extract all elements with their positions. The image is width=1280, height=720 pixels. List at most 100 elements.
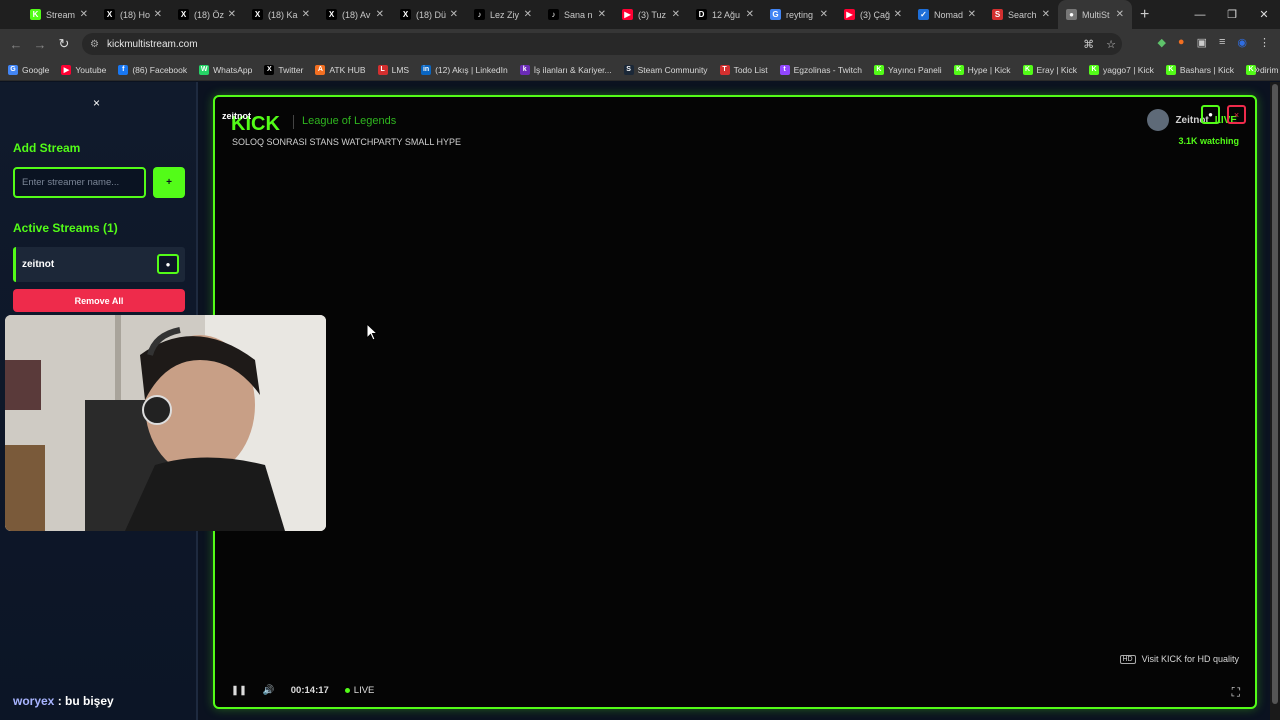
hd-quality-link[interactable]: HD Visit KICK for HD quality [1119, 654, 1239, 664]
tab-title: Sana n [564, 9, 593, 20]
bookmark-list: G Google ▶ Youtube f (86) Facebook W WhatsApp X T… [8, 64, 1280, 75]
puzzle-extensions-icon[interactable]: ▣ [1197, 36, 1207, 49]
bookmark-label: İş ilanları & Kariyer... [533, 64, 612, 75]
browser-tab[interactable]: S Search ✕ [984, 0, 1058, 29]
bookmark-item[interactable]: S Steam Community [623, 64, 708, 75]
reload-icon[interactable]: ↻ [52, 36, 76, 52]
tab-title: Search [1008, 9, 1037, 20]
bookmark-favicon-icon: W [199, 64, 210, 75]
address-bar[interactable]: ⚙ kickmultistream.com ⌘ ☆ [82, 33, 1122, 55]
pause-icon[interactable]: ❚❚ [231, 685, 247, 696]
browser-tab[interactable]: X (18) Öz ✕ [170, 0, 244, 29]
profile-avatar-icon[interactable]: ◉ [1237, 36, 1247, 49]
active-stream-item[interactable]: zeitnot ● [13, 247, 185, 282]
bookmark-item[interactable]: K Hype | Kick [953, 64, 1011, 75]
scrollbar-thumb[interactable] [1272, 84, 1278, 704]
tab-close-icon[interactable]: ✕ [154, 9, 162, 20]
streamer-info[interactable]: Zeitnot LIVE [1147, 109, 1237, 131]
kick-multistream-page: × Add Stream + Active Streams (1) zeitno… [0, 82, 1280, 720]
bookmark-item[interactable]: K Eray | Kick [1022, 64, 1077, 75]
browser-tab[interactable]: Greyting ✕ [762, 0, 836, 29]
bookmark-label: Egzolinas - Twitch [793, 64, 862, 75]
tab-close-icon[interactable]: ✕ [302, 9, 310, 20]
browser-tab[interactable]: D 12 Ağu ✕ [688, 0, 762, 29]
tab-favicon-icon: X [178, 9, 189, 20]
tab-close-icon[interactable]: ✕ [376, 9, 384, 20]
browser-tab[interactable]: X (18) Av ✕ [318, 0, 392, 29]
tab-favicon-icon: X [326, 9, 337, 20]
site-info-icon[interactable]: ⚙ [90, 39, 99, 50]
tab-close-icon[interactable]: ✕ [1042, 9, 1050, 20]
bookmark-item[interactable]: W WhatsApp [199, 64, 252, 75]
bookmark-item[interactable]: G Google [8, 64, 49, 75]
bookmark-item[interactable]: t Egzolinas - Twitch [779, 64, 862, 75]
live-dot-icon [344, 688, 350, 693]
player-close-button[interactable]: × [1227, 105, 1246, 124]
browser-tab[interactable]: K Stream ✕ [22, 0, 96, 29]
browser-tab[interactable]: ● MultiSt ✕ [1058, 0, 1132, 29]
bookmark-item[interactable]: L LMS [377, 64, 409, 75]
new-tab-button[interactable]: + [1140, 6, 1149, 24]
close-window-icon[interactable]: ✕ [1248, 8, 1280, 21]
bookmark-item[interactable]: Kyaggo7 | Kick [1088, 64, 1154, 75]
bookmark-favicon-icon: K [873, 64, 884, 75]
volume-icon[interactable]: 🔊 [263, 685, 275, 696]
player-stream-name: zeitnot [222, 111, 251, 121]
add-stream-button[interactable]: + [153, 167, 185, 198]
close-sidebar-icon[interactable]: × [93, 96, 100, 110]
page-scrollbar[interactable] [1270, 82, 1280, 720]
browser-tab[interactable]: ✓ Nomad ✕ [910, 0, 984, 29]
bookmark-label: Yayıncı Paneli [887, 64, 942, 75]
player-chat-button[interactable]: ● [1201, 105, 1220, 124]
fox-extension-icon[interactable]: ● [1178, 36, 1185, 49]
bookmark-item[interactable]: T Todo List [719, 64, 768, 75]
tab-close-icon[interactable]: ✕ [672, 9, 680, 20]
browser-tab[interactable]: X (18) Ka ✕ [244, 0, 318, 29]
chat-toggle-button[interactable]: ● [157, 254, 179, 274]
browser-tab[interactable]: X (18) Ho ✕ [96, 0, 170, 29]
browser-tab[interactable]: ▶ (3) Tuz ✕ [614, 0, 688, 29]
bookmark-item[interactable]: K Yayıncı Paneli [873, 64, 942, 75]
more-bookmarks-icon[interactable]: » [1254, 64, 1260, 76]
browser-tab[interactable]: ♪ Lez Ziy ✕ [466, 0, 540, 29]
game-category[interactable]: League of Legends [302, 115, 396, 127]
tab-close-icon[interactable]: ✕ [746, 9, 754, 20]
bookmark-star-icon[interactable]: ☆ [1106, 38, 1116, 51]
streamer-name-input[interactable] [13, 167, 146, 198]
tab-close-icon[interactable]: ✕ [820, 9, 828, 20]
back-icon[interactable]: ← [4, 37, 28, 52]
tab-close-icon[interactable]: ✕ [228, 9, 236, 20]
bookmark-item[interactable]: A ATK HUB [315, 64, 366, 75]
media-control-icon[interactable]: ≡ [1219, 36, 1225, 49]
menu-kebab-icon[interactable]: ⋮ [1259, 36, 1270, 49]
tab-close-icon[interactable]: ✕ [1116, 9, 1124, 20]
tab-close-icon[interactable]: ✕ [968, 9, 976, 20]
bookmark-item[interactable]: in (12) Akış | LinkedIn [421, 64, 508, 75]
browser-tab[interactable]: ♪ Sana n ✕ [540, 0, 614, 29]
tab-close-icon[interactable]: ✕ [598, 9, 606, 20]
browser-tab-strip: K Stream ✕ X (18) Ho ✕ X (18) Öz ✕ X (18) Ka ✕ X (18)… [0, 0, 1280, 29]
tab-favicon-icon: G [770, 9, 781, 20]
tab-close-icon[interactable]: ✕ [524, 9, 532, 20]
browser-tab[interactable]: ▶ (3) Çağ ✕ [836, 0, 910, 29]
bookmark-item[interactable]: K Bashars | Kick [1165, 64, 1234, 75]
bookmark-item[interactable]: k İş ilanları & Kariyer... [519, 64, 612, 75]
shield-extension-icon[interactable]: ◆ [1157, 36, 1165, 49]
bookmark-item[interactable]: Kdirim | Kick [1246, 64, 1280, 75]
browser-tab[interactable]: X (18) Dü ✕ [392, 0, 466, 29]
restore-icon[interactable]: ❐ [1216, 8, 1248, 21]
bookmark-item[interactable]: X Twitter [264, 64, 303, 75]
remove-all-button[interactable]: Remove All [13, 289, 185, 312]
forward-icon[interactable]: → [28, 37, 52, 52]
tab-close-icon[interactable]: ✕ [894, 9, 902, 20]
bookmark-item[interactable]: ▶ Youtube [61, 64, 106, 75]
tab-title: 12 Ağu [712, 9, 741, 20]
translate-icon[interactable]: ⌘ [1083, 38, 1094, 51]
bookmark-item[interactable]: f (86) Facebook [118, 64, 187, 75]
stream-player[interactable]: zeitnot KICK League of Legends SOLOQ SON… [213, 95, 1257, 709]
bookmark-favicon-icon: t [779, 64, 790, 75]
minimize-icon[interactable]: — [1184, 9, 1216, 21]
tab-close-icon[interactable]: ✕ [80, 9, 88, 20]
tab-close-icon[interactable]: ✕ [450, 9, 458, 20]
fullscreen-icon[interactable]: ⛶ [1232, 685, 1240, 700]
